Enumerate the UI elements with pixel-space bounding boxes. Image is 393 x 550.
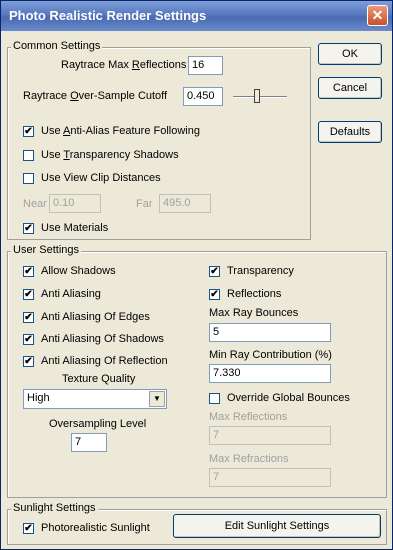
ok-button-label: OK xyxy=(342,48,358,60)
min-ray-contribution-label: Min Ray Contribution (%) xyxy=(209,349,332,361)
anti-aliasing-shadows-checkbox[interactable]: ✔ xyxy=(23,334,34,345)
label-part: ransparency Shadows xyxy=(69,149,179,161)
defaults-button[interactable]: Defaults xyxy=(318,121,382,143)
edit-sunlight-settings-button[interactable]: Edit Sunlight Settings xyxy=(173,514,381,538)
user-settings-label: User Settings xyxy=(11,244,82,256)
photorealistic-sunlight-checkbox[interactable]: ✔ xyxy=(23,523,34,534)
transparency-label: Transparency xyxy=(227,265,294,277)
cancel-button[interactable]: Cancel xyxy=(318,77,382,99)
oversample-cutoff-input[interactable]: 0.450 xyxy=(183,87,223,106)
anti-aliasing-edges-label: Anti Aliasing Of Edges xyxy=(41,311,150,323)
window-title: Photo Realistic Render Settings xyxy=(9,8,207,23)
anti-aliasing-reflection-label: Anti Aliasing Of Reflection xyxy=(41,355,168,367)
label-part: R xyxy=(131,59,140,71)
anti-aliasing-shadows-label: Anti Aliasing Of Shadows xyxy=(41,333,164,345)
label-part: nti-Alias Feature Following xyxy=(70,125,200,137)
near-input[interactable]: 0.10 xyxy=(49,194,101,213)
oversample-cutoff-label: Raytrace Over-Sample Cutoff xyxy=(23,90,167,102)
label-part: Raytrace xyxy=(23,90,71,102)
allow-shadows-label: Allow Shadows xyxy=(41,265,116,277)
label-part: Use xyxy=(41,125,64,137)
use-materials-label: Use Materials xyxy=(41,222,109,234)
label-part: Raytrace Max xyxy=(61,59,132,71)
view-clip-distances-label: Use View Clip Distances xyxy=(41,172,161,184)
anti-aliasing-checkbox[interactable]: ✔ xyxy=(23,289,34,300)
texture-quality-select[interactable]: High ▼ xyxy=(23,389,167,409)
common-settings-label: Common Settings xyxy=(11,40,103,52)
label-part: O xyxy=(70,90,79,102)
photorealistic-sunlight-label: Photorealistic Sunlight xyxy=(41,522,150,534)
anti-alias-following-label: Use Anti-Alias Feature Following xyxy=(41,125,200,137)
use-materials-checkbox[interactable]: ✔ xyxy=(23,223,34,234)
near-label: Near xyxy=(23,198,47,210)
max-ray-bounces-input[interactable]: 5 xyxy=(209,323,331,342)
anti-aliasing-reflection-checkbox[interactable]: ✔ xyxy=(23,356,34,367)
texture-quality-value: High xyxy=(27,392,50,404)
transparency-shadows-label: Use Transparency Shadows xyxy=(41,149,179,161)
far-label: Far xyxy=(136,198,153,210)
close-button[interactable]: ✕ xyxy=(367,5,388,26)
defaults-button-label: Defaults xyxy=(329,126,371,138)
raytrace-max-reflections-label: Raytrace Max Reflections xyxy=(61,59,186,71)
reflections-checkbox[interactable]: ✔ xyxy=(209,289,220,300)
max-reflections-label: Max Reflections xyxy=(209,411,288,423)
title-bar[interactable]: Photo Realistic Render Settings ✕ xyxy=(1,1,392,31)
raytrace-max-reflections-input[interactable]: 16 xyxy=(188,56,223,75)
cancel-button-label: Cancel xyxy=(332,82,368,94)
texture-quality-label: Texture Quality xyxy=(62,373,136,385)
view-clip-distances-checkbox[interactable] xyxy=(23,173,34,184)
close-icon: ✕ xyxy=(371,7,384,23)
chevron-down-icon[interactable]: ▼ xyxy=(149,391,165,407)
min-ray-contribution-input[interactable]: 7.330 xyxy=(209,364,331,383)
far-input[interactable]: 495.0 xyxy=(159,194,211,213)
oversampling-level-input[interactable]: 7 xyxy=(71,433,107,452)
max-reflections-input[interactable]: 7 xyxy=(209,426,331,445)
label-part: eflections xyxy=(139,59,187,71)
max-refractions-input[interactable]: 7 xyxy=(209,468,331,487)
oversample-cutoff-slider-thumb[interactable] xyxy=(254,89,261,103)
max-ray-bounces-label: Max Ray Bounces xyxy=(209,307,299,319)
label-part: ver-Sample Cutoff xyxy=(78,90,168,102)
ok-button[interactable]: OK xyxy=(318,43,382,65)
anti-aliasing-label: Anti Aliasing xyxy=(41,288,101,300)
edit-sunlight-button-label: Edit Sunlight Settings xyxy=(224,520,330,532)
transparency-checkbox[interactable]: ✔ xyxy=(209,266,220,277)
max-refractions-label: Max Refractions xyxy=(209,453,289,465)
sunlight-settings-label: Sunlight Settings xyxy=(11,502,98,514)
allow-shadows-checkbox[interactable]: ✔ xyxy=(23,266,34,277)
anti-aliasing-edges-checkbox[interactable]: ✔ xyxy=(23,312,34,323)
render-settings-dialog: Photo Realistic Render Settings ✕ OK Can… xyxy=(0,0,393,550)
anti-alias-following-checkbox[interactable]: ✔ xyxy=(23,126,34,137)
reflections-label: Reflections xyxy=(227,288,282,300)
label-part: Use xyxy=(41,149,64,161)
override-global-bounces-checkbox[interactable] xyxy=(209,393,220,404)
transparency-shadows-checkbox[interactable] xyxy=(23,150,34,161)
oversampling-level-label: Oversampling Level xyxy=(49,418,147,430)
override-global-bounces-label: Override Global Bounces xyxy=(227,392,350,404)
